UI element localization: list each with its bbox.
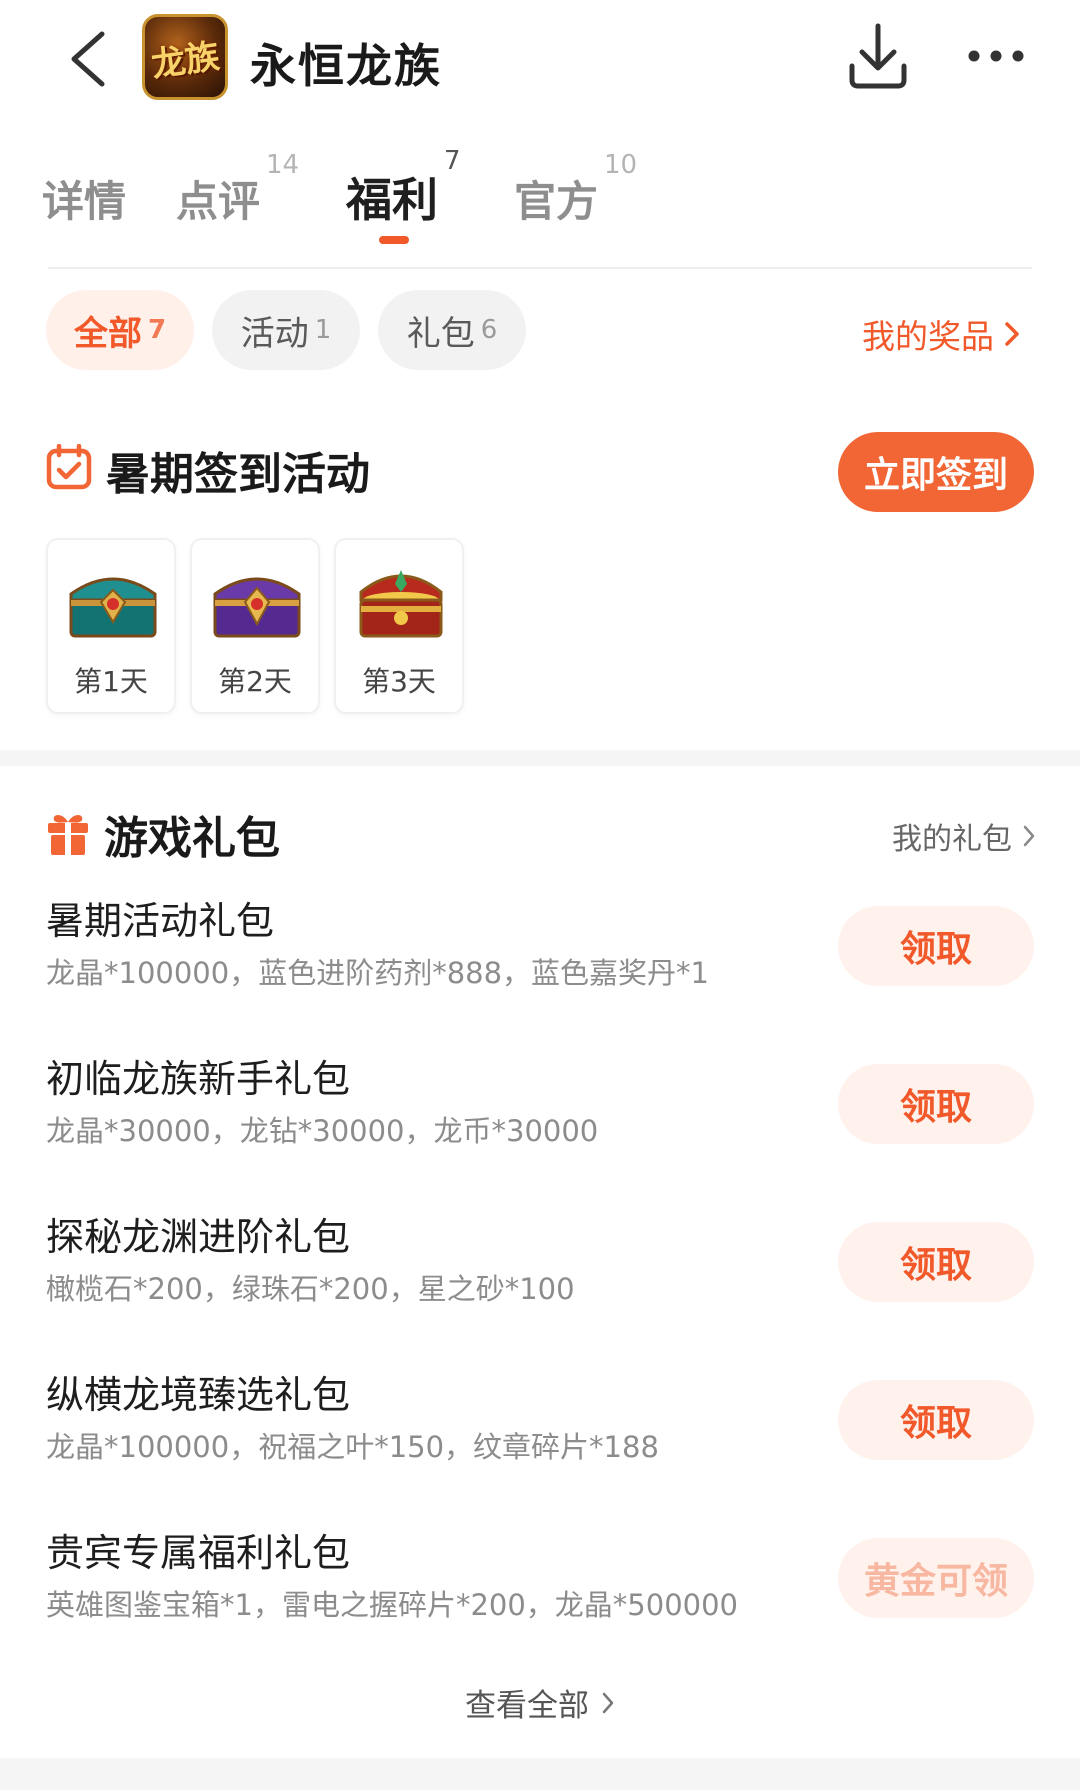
day-label: 第1天 [74,665,148,698]
my-gifts-link[interactable]: 我的礼包 [892,814,1036,858]
more-options-icon[interactable] [966,44,1026,68]
gift-list-item: 初临龙族新手礼包 龙晶*30000，龙钻*30000，龙币*30000 领取 [46,1048,1036,1168]
chip-label: 礼包 [406,313,475,354]
gift-name: 暑期活动礼包 [46,899,275,943]
active-tab-indicator [379,236,409,244]
filter-chip-activity[interactable]: 活动 1 [212,290,360,370]
gold-member-claim-button[interactable]: 黄金可领 [838,1538,1034,1618]
signin-title: 暑期签到活动 [106,449,370,500]
day-label: 第2天 [218,665,292,698]
gift-list-item: 探秘龙渊进阶礼包 橄榄石*200，绿珠石*200，星之砂*100 领取 [46,1206,1036,1326]
claim-button[interactable]: 领取 [838,906,1034,986]
app-header: 龙族 永恒龙族 [0,0,1080,120]
teal-chest-icon [69,577,157,638]
gift-description: 英雄图鉴宝箱*1，雷电之握碎片*200，龙晶*500000 [46,1588,739,1622]
my-prizes-link[interactable]: 我的奖品 [862,310,1020,358]
chevron-right-icon [602,1692,614,1713]
gift-name: 探秘龙渊进阶礼包 [46,1215,351,1259]
filter-chip-gift[interactable]: 礼包 6 [378,290,526,370]
calendar-icon [46,444,92,490]
gift-name: 纵横龙境臻选礼包 [46,1373,351,1417]
tab-label: 详情 [42,177,127,226]
view-all-label: 查看全部 [465,1688,589,1724]
app-logo: 龙族 [142,14,228,100]
claim-button[interactable]: 领取 [838,1064,1034,1144]
bottom-separator [0,1758,1080,1790]
my-prizes-label: 我的奖品 [862,317,994,356]
gift-section-header: 游戏礼包 我的礼包 [46,800,1036,870]
app-logo-text: 龙族 [149,35,222,86]
tab-reviews[interactable]: 点评 14 [176,150,299,229]
view-all-link[interactable]: 查看全部 [0,1680,1080,1725]
tab-count: 14 [266,150,300,180]
signin-day-card[interactable]: 第3天 [334,538,464,714]
tab-bar: 详情 点评 14 福利 7 官方 10 [0,146,1080,260]
gift-list-item: 纵横龙境臻选礼包 龙晶*100000，祝福之叶*150，纹章碎片*188 领取 [46,1364,1036,1484]
tab-count: 10 [604,150,638,180]
signin-section-header: 暑期签到活动 立即签到 [46,432,1036,512]
gift-description: 龙晶*100000，蓝色进阶药剂*888，蓝色嘉奖丹*1 [46,956,710,990]
tab-label: 点评 [176,177,261,226]
tab-official[interactable]: 官方 10 [514,150,637,229]
app-title: 永恒龙族 [250,39,442,93]
day-label: 第3天 [362,665,436,698]
tab-details[interactable]: 详情 [42,168,126,229]
signin-day-card[interactable]: 第1天 [46,538,176,714]
chip-label: 全部 [73,313,142,354]
gift-icon [48,815,88,855]
gift-section-title: 游戏礼包 [104,813,280,864]
tab-count: 7 [444,146,461,176]
signin-now-button[interactable]: 立即签到 [838,432,1034,512]
tab-label: 官方 [514,177,599,226]
filter-chip-all[interactable]: 全部 7 [46,290,194,370]
purple-chest-icon [213,577,301,638]
gift-description: 龙晶*100000，祝福之叶*150，纹章碎片*188 [46,1430,659,1464]
chevron-right-icon [1005,322,1019,346]
gift-description: 龙晶*30000，龙钻*30000，龙币*30000 [46,1114,599,1148]
back-arrow-icon[interactable] [64,28,114,90]
chip-label: 活动 [240,313,309,354]
chip-count: 7 [147,315,167,345]
tab-benefits[interactable]: 福利 7 [346,146,461,230]
chip-count: 1 [314,315,332,345]
claim-button[interactable]: 领取 [838,1222,1034,1302]
gift-description: 橄榄石*200，绿珠石*200，星之砂*100 [46,1272,575,1306]
chip-count: 6 [480,315,498,345]
gift-name: 贵宾专属福利礼包 [46,1531,351,1575]
my-gifts-label: 我的礼包 [892,822,1012,857]
claim-button[interactable]: 领取 [838,1380,1034,1460]
gold-chest-icon [359,570,443,638]
download-icon[interactable] [846,22,910,92]
signin-day-card[interactable]: 第2天 [190,538,320,714]
gift-name: 初临龙族新手礼包 [46,1057,351,1101]
tab-divider [48,267,1032,269]
chevron-right-icon [1023,825,1035,847]
gift-list-item: 贵宾专属福利礼包 英雄图鉴宝箱*1，雷电之握碎片*200，龙晶*500000 黄… [46,1522,1036,1642]
tab-label: 福利 [346,173,438,227]
gift-list-item: 暑期活动礼包 龙晶*100000，蓝色进阶药剂*888，蓝色嘉奖丹*1 领取 [46,890,1036,1010]
section-separator [0,750,1080,766]
